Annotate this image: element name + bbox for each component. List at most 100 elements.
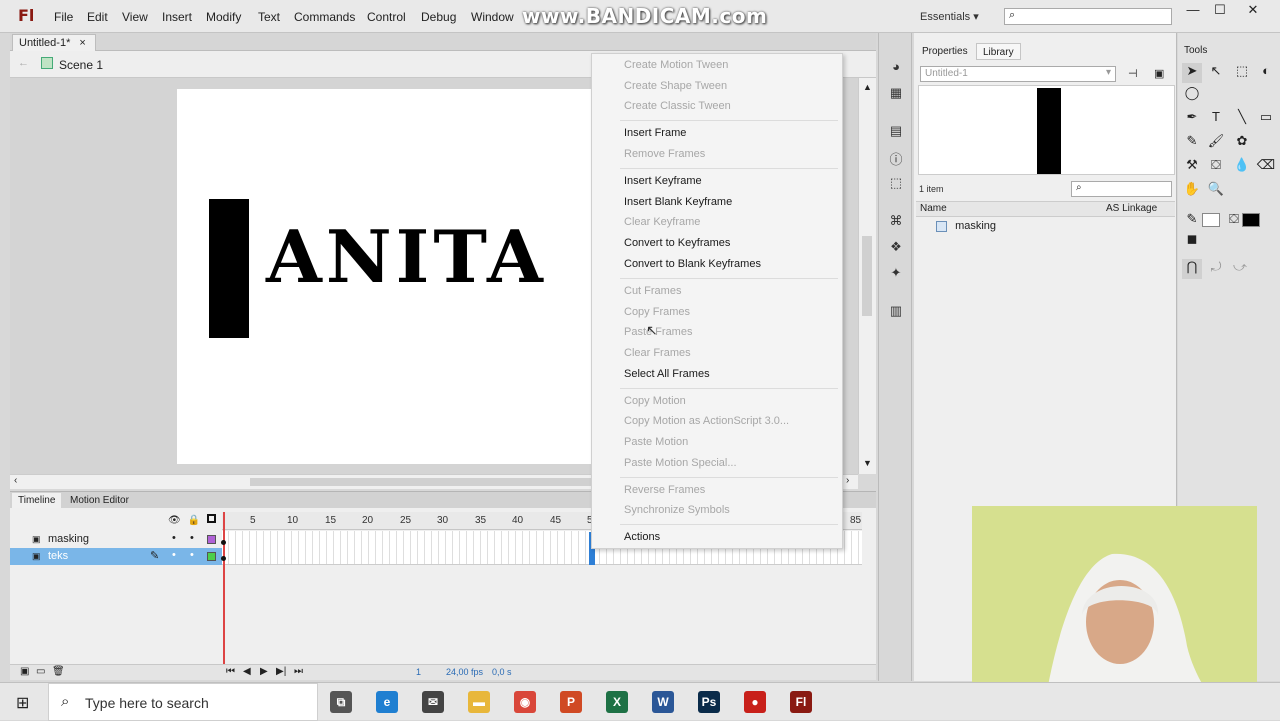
powerpoint-icon[interactable]: P (560, 691, 582, 713)
color-panel-icon[interactable]: ◕ (888, 59, 904, 75)
subselection-tool-icon[interactable]: ↖ (1206, 63, 1226, 83)
close-tab-icon[interactable]: × (79, 37, 85, 49)
vertical-scrollbar[interactable]: ▲ ▼ (858, 78, 876, 474)
menu-item-create-motion-tween[interactable]: Create Motion Tween (624, 59, 728, 71)
eye-icon[interactable]: 👁 (168, 515, 181, 526)
scroll-left-icon[interactable]: ‹ (14, 475, 17, 486)
new-folder-icon[interactable]: ▭ (36, 666, 45, 677)
snap-magnet-icon[interactable]: ⋂ (1182, 259, 1202, 279)
text-tool-icon[interactable]: T (1206, 109, 1226, 129)
line-tool-icon[interactable]: ╲ (1232, 109, 1252, 129)
windows-start-icon[interactable]: ⊞ (16, 693, 29, 713)
paint-bucket-icon[interactable]: ⛋ (1206, 157, 1226, 177)
layer-row[interactable]: ▣ masking • • (10, 531, 222, 548)
current-frame[interactable]: 1 (416, 667, 421, 677)
minimize-button[interactable]: — (1180, 2, 1206, 18)
swatches-icon[interactable]: ▦ (888, 85, 904, 101)
selection-tool-icon[interactable]: ➤ (1182, 63, 1202, 83)
close-window-button[interactable]: ✕ (1240, 2, 1266, 18)
straighten-icon[interactable]: ⤻ (1230, 259, 1250, 279)
menu-item-insert-keyframe[interactable]: Insert Keyframe (624, 175, 702, 187)
mask-rectangle[interactable] (209, 199, 249, 338)
menu-item-synchronize-symbols[interactable]: Synchronize Symbols (624, 504, 730, 516)
history-icon[interactable]: ▥ (888, 303, 904, 319)
mail-icon[interactable]: ✉ (422, 691, 444, 713)
stage-text[interactable]: ANITA (266, 214, 547, 299)
tab-motion-editor[interactable]: Motion Editor (64, 493, 135, 509)
hand-tool-icon[interactable]: ✋ (1182, 181, 1202, 201)
go-last-icon[interactable]: ⏭ (294, 666, 303, 677)
menu-item-create-classic-tween[interactable]: Create Classic Tween (624, 100, 731, 112)
transform-icon[interactable]: ⬚ (888, 175, 904, 191)
menu-text[interactable]: Text (258, 10, 280, 24)
code-snippets-icon[interactable]: ⌘ (888, 213, 904, 229)
scroll-up-icon[interactable]: ▲ (863, 82, 872, 92)
tab-properties[interactable]: Properties (916, 43, 974, 60)
layer-row[interactable]: ▣ teks ✎ • • (10, 548, 222, 565)
step-forward-icon[interactable]: ▶| (276, 666, 286, 677)
delete-layer-icon[interactable]: 🗑 (52, 666, 65, 677)
elapsed-time[interactable]: 0,0 s (492, 667, 512, 677)
library-document-select[interactable]: Untitled-1 ▾ (920, 66, 1116, 82)
pen-tool-icon[interactable]: ✒ (1182, 109, 1202, 129)
pencil-tool-icon[interactable]: ✎ (1182, 133, 1202, 153)
menu-item-convert-to-keyframes[interactable]: Convert to Keyframes (624, 237, 730, 249)
workspace-switcher[interactable]: Essentials ▾ (920, 10, 979, 23)
visibility-dot[interactable]: • (172, 549, 176, 561)
outline-icon[interactable] (206, 514, 216, 523)
stroke-color-icon[interactable]: ✎ (1182, 211, 1202, 231)
brush-tool-icon[interactable]: 🖌 (1206, 133, 1226, 153)
free-transform-icon[interactable]: ⬚ (1232, 63, 1252, 83)
menu-item-clear-keyframe[interactable]: Clear Keyframe (624, 216, 700, 228)
scroll-down-icon[interactable]: ▼ (863, 458, 872, 468)
fill-color-icon[interactable]: ⛋ (1224, 211, 1244, 231)
photoshop-icon[interactable]: Ps (698, 691, 720, 713)
help-search-input[interactable]: ⌕ (1004, 8, 1172, 25)
menu-item-insert-blank-keyframe[interactable]: Insert Blank Keyframe (624, 196, 732, 208)
tab-timeline[interactable]: Timeline (12, 493, 62, 509)
lock-icon[interactable]: 🔒 (187, 515, 199, 526)
column-name[interactable]: Name (920, 203, 947, 214)
explorer-icon[interactable]: ▬ (468, 691, 490, 713)
menu-item-paste-frames[interactable]: Paste Frames (624, 326, 692, 338)
pin-icon[interactable]: ⊣ (1128, 67, 1138, 80)
frame-rate[interactable]: 24,00 fps (446, 667, 483, 677)
column-linkage[interactable]: AS Linkage (1106, 203, 1157, 214)
default-colors-icon[interactable]: ◼ (1182, 231, 1202, 251)
task-view-icon[interactable]: ⧉ (330, 691, 352, 713)
menu-edit[interactable]: Edit (87, 10, 108, 24)
eyedropper-icon[interactable]: 💧 (1232, 157, 1252, 177)
layer-color-swatch[interactable] (207, 552, 216, 561)
lock-dot[interactable]: • (190, 532, 194, 544)
library-search-input[interactable]: ⌕ (1071, 181, 1172, 197)
playhead[interactable] (223, 512, 225, 668)
menu-item-clear-frames[interactable]: Clear Frames (624, 347, 691, 359)
stroke-swatch[interactable] (1202, 213, 1220, 227)
new-layer-icon[interactable]: ▣ (20, 666, 29, 677)
back-arrow-icon[interactable]: ← (18, 57, 29, 69)
taskbar-search[interactable]: ⌕ Type here to search (48, 683, 318, 721)
library-item[interactable]: masking (936, 220, 996, 232)
rectangle-tool-icon[interactable]: ▭ (1256, 109, 1276, 129)
visibility-dot[interactable]: • (172, 532, 176, 544)
menu-item-copy-motion-as-as3[interactable]: Copy Motion as ActionScript 3.0... (624, 415, 789, 427)
fill-swatch[interactable] (1242, 213, 1260, 227)
zoom-tool-icon[interactable]: 🔍 (1206, 181, 1226, 201)
step-back-icon[interactable]: ◀ (243, 666, 251, 677)
maximize-button[interactable]: ☐ (1207, 2, 1233, 18)
layer-color-swatch[interactable] (207, 535, 216, 544)
menu-item-paste-motion-special[interactable]: Paste Motion Special... (624, 457, 737, 469)
word-icon[interactable]: W (652, 691, 674, 713)
menu-item-actions[interactable]: Actions (624, 531, 660, 543)
smooth-icon[interactable]: ⤾ (1206, 259, 1226, 279)
chrome-icon[interactable]: ◉ (514, 691, 536, 713)
document-tab[interactable]: Untitled-1* × (12, 34, 96, 51)
motion-presets-icon[interactable]: ✦ (888, 265, 904, 281)
bandicam-icon[interactable]: ● (744, 691, 766, 713)
scroll-thumb[interactable] (862, 236, 872, 316)
scroll-right-icon[interactable]: › (846, 475, 849, 486)
menu-item-remove-frames[interactable]: Remove Frames (624, 148, 705, 160)
play-icon[interactable]: ▶ (260, 666, 268, 677)
menu-item-select-all-frames[interactable]: Select All Frames (624, 368, 710, 380)
lasso-tool-icon[interactable]: ◯ (1182, 85, 1202, 105)
